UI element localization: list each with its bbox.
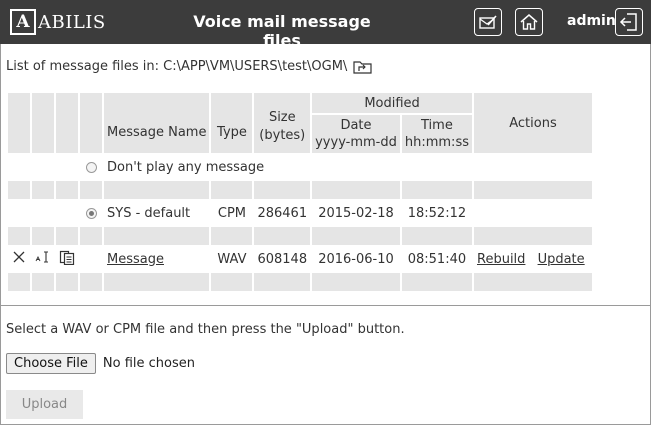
message-date: 2016-06-10	[312, 247, 400, 271]
message-name: Message	[104, 247, 210, 271]
copy-button[interactable]	[56, 247, 78, 271]
update-link[interactable]: Update	[538, 252, 585, 267]
copy-icon	[59, 250, 75, 266]
message-type: WAV	[211, 247, 253, 271]
file-picker: Choose File No file chosen	[6, 353, 195, 374]
no-message-label: Don't play any message	[104, 155, 400, 179]
header-cell-blank	[56, 93, 78, 153]
sys-default-radio[interactable]	[85, 207, 97, 219]
rename-button[interactable]	[32, 247, 54, 271]
choose-file-button[interactable]: Choose File	[6, 353, 96, 374]
logout-icon	[619, 13, 637, 31]
message-size: 286461	[254, 201, 311, 225]
message-time: 18:52:12	[401, 201, 472, 225]
logo-text: ABILIS	[38, 11, 106, 33]
path-label: List of message files in: C:\APP\VM\USER…	[6, 59, 348, 74]
header-cell-blank	[80, 93, 102, 153]
delete-icon	[13, 251, 25, 263]
upload-hint: Select a WAV or CPM file and then press …	[6, 322, 405, 337]
message-type: CPM	[211, 201, 253, 225]
logo-mark: A	[10, 9, 36, 35]
table-row: Don't play any message	[8, 155, 592, 179]
header-cell-blank	[32, 93, 54, 153]
table-row-spacer	[8, 273, 592, 291]
folder-up-icon[interactable]	[353, 59, 373, 74]
message-name: SYS - default	[104, 201, 210, 225]
table-header-row: Message Name Type Size (bytes) Modified …	[8, 93, 592, 153]
header-date-format: yyyy-mm-dd	[315, 135, 397, 150]
page-title: Voice mail message files	[193, 12, 371, 50]
header-bar: A ABILIS Voice mail message files admin	[0, 0, 651, 50]
rebuild-link[interactable]: Rebuild	[477, 252, 525, 267]
header-time-format: hh:mm:ss	[404, 135, 469, 150]
table-row-spacer	[8, 227, 592, 245]
message-date: 2015-02-18	[312, 201, 400, 225]
no-file-label: No file chosen	[102, 356, 195, 371]
path-line: List of message files in: C:\APP\VM\USER…	[6, 59, 373, 74]
header-type: Type	[211, 93, 253, 153]
table-row-spacer	[8, 181, 592, 199]
username: admin	[567, 13, 616, 29]
header-date-label: Date	[340, 118, 372, 133]
home-icon	[520, 14, 538, 30]
note-button[interactable]	[474, 8, 502, 36]
message-actions: Rebuild Update	[474, 247, 592, 271]
header-message-name: Message Name	[104, 93, 210, 153]
message-size: 608148	[254, 247, 311, 271]
rename-icon	[35, 251, 48, 263]
delete-button[interactable]	[8, 247, 30, 271]
logout-button[interactable]	[615, 8, 643, 36]
header-date: Date yyyy-mm-dd	[312, 115, 400, 153]
section-divider	[0, 305, 651, 306]
table-row: SYS - default CPM 286461 2015-02-18 18:5…	[8, 201, 592, 225]
upload-button[interactable]: Upload	[6, 390, 83, 419]
header-time: Time hh:mm:ss	[401, 115, 472, 153]
header-size: Size (bytes)	[254, 93, 311, 153]
table-row: Message WAV 608148 2016-06-10 08:51:40 R…	[8, 247, 592, 271]
message-link[interactable]: Message	[107, 252, 164, 267]
header-time-label: Time	[421, 118, 453, 133]
abilis-logo: A ABILIS	[10, 9, 106, 35]
no-message-radio[interactable]	[85, 161, 97, 173]
header-modified: Modified	[312, 93, 472, 113]
message-time: 08:51:40	[401, 247, 472, 271]
home-button[interactable]	[515, 8, 543, 36]
header-cell-blank	[8, 93, 30, 153]
header-actions: Actions	[474, 93, 592, 153]
message-files-table: Message Name Type Size (bytes) Modified …	[6, 91, 594, 293]
note-icon	[479, 15, 497, 29]
